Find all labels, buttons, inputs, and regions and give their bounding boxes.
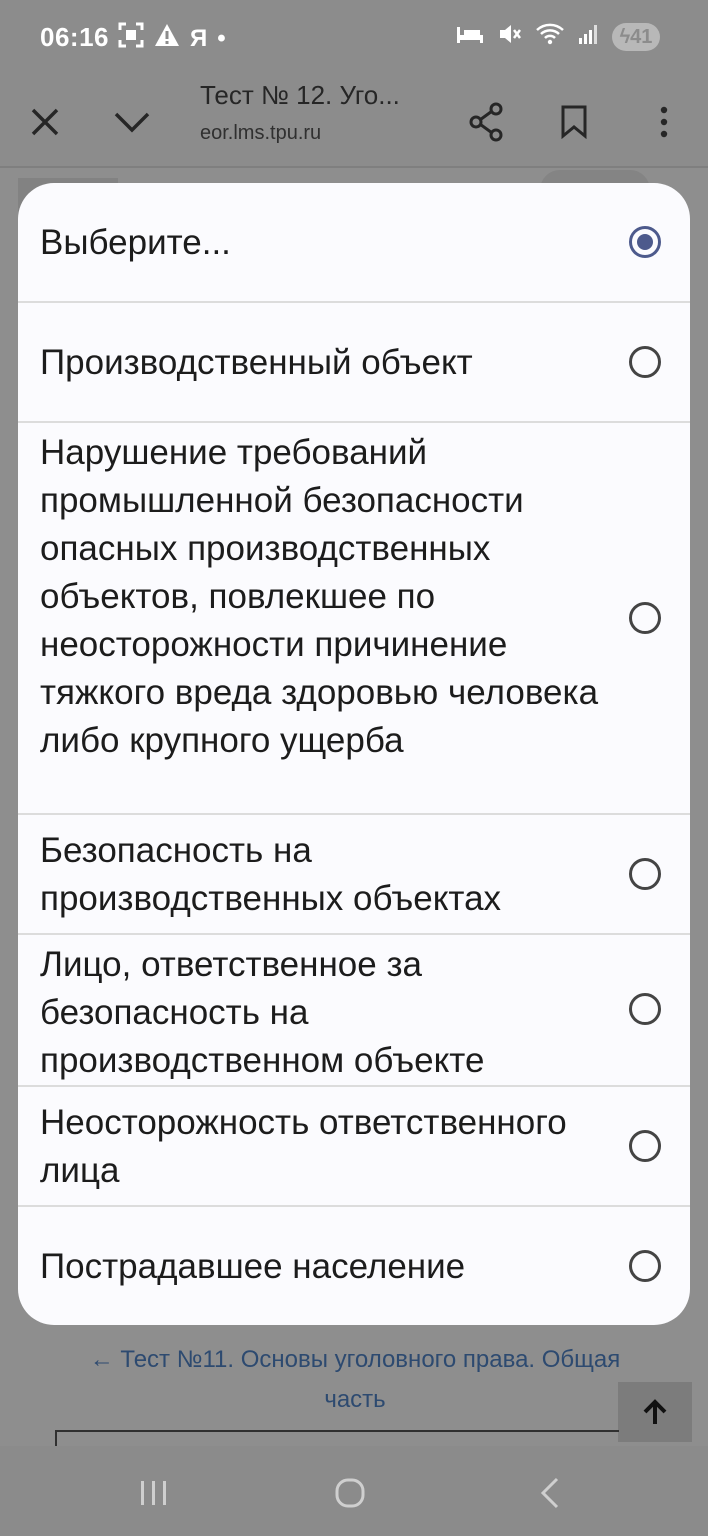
share-icon: [469, 102, 503, 142]
chevron-down-icon: [114, 112, 150, 133]
option-choose[interactable]: Выберите...: [18, 183, 690, 303]
minimize-button[interactable]: [104, 94, 160, 150]
battery-indicator: ϟ41: [612, 23, 660, 51]
more-vertical-icon: [660, 106, 668, 138]
bookmark-icon: [561, 105, 587, 139]
select-options-dialog: Выберите... Производственный объект Нару…: [18, 183, 690, 1325]
scroll-to-top-button[interactable]: [618, 1382, 692, 1442]
option-label: Безопасность на производственных объекта…: [40, 831, 502, 918]
sleep-mode-icon: [456, 23, 484, 51]
warning-icon: [154, 23, 180, 54]
recent-apps-button[interactable]: [124, 1470, 184, 1516]
option-safety-at-objects[interactable]: Безопасность на производственных объекта…: [18, 815, 690, 935]
home-icon: [335, 1478, 365, 1508]
option-negligence-responsible[interactable]: Неосторожность ответственного лица: [18, 1087, 690, 1207]
battery-charging-icon: ϟ: [619, 26, 631, 48]
radio-unselected[interactable]: [629, 858, 661, 890]
close-button[interactable]: [17, 94, 73, 150]
ya-icon: Я: [190, 24, 208, 52]
previous-test-link[interactable]: ← Тест №11. Основы уголовного права. Общ…: [60, 1340, 650, 1420]
arrow-up-icon: [643, 1399, 667, 1424]
browser-toolbar: Тест № 12. Уго... eor.lms.tpu.ru: [0, 80, 708, 168]
dot-icon: •: [217, 24, 226, 52]
more-options-button[interactable]: [636, 94, 692, 150]
radio-unselected[interactable]: [629, 1130, 661, 1162]
radio-unselected[interactable]: [629, 1250, 661, 1282]
status-left-icons: Я •: [118, 22, 226, 55]
option-label: Пострадавшее население: [40, 1247, 466, 1286]
option-affected-population[interactable]: Пострадавшее население: [18, 1207, 690, 1325]
recent-apps-icon: [141, 1481, 166, 1505]
back-button[interactable]: [520, 1470, 580, 1516]
option-label: Нарушение требований промышленной безопа…: [40, 433, 599, 760]
radio-selected[interactable]: [629, 226, 661, 258]
option-label: Лицо, ответственное за безопасность на п…: [40, 945, 485, 1080]
battery-level: 41: [630, 26, 653, 48]
radio-unselected[interactable]: [629, 993, 661, 1025]
page-title: Тест № 12. Уго...: [200, 80, 400, 110]
radio-unselected[interactable]: [629, 602, 661, 634]
option-violation-requirements[interactable]: Нарушение требований промышленной безопа…: [18, 423, 690, 815]
close-icon: [31, 108, 59, 136]
bookmark-button[interactable]: [546, 94, 602, 150]
share-button[interactable]: [458, 94, 514, 150]
signal-icon: [578, 23, 598, 51]
option-label: Производственный объект: [40, 343, 473, 382]
screenshot-icon: [118, 22, 144, 55]
home-button[interactable]: [320, 1470, 380, 1516]
mute-icon: [498, 22, 522, 52]
system-nav-bar: [0, 1446, 708, 1536]
status-time: 06:16: [40, 22, 109, 52]
back-icon: [540, 1477, 559, 1509]
option-label: Выберите...: [40, 223, 231, 262]
radio-unselected[interactable]: [629, 346, 661, 378]
status-bar: 06:16 Я • ϟ41: [0, 0, 708, 80]
status-right: ϟ41: [456, 22, 660, 52]
wifi-icon: [536, 23, 564, 51]
option-production-object[interactable]: Производственный объект: [18, 303, 690, 423]
option-responsible-person[interactable]: Лицо, ответственное за безопасность на п…: [18, 935, 690, 1087]
option-label: Неосторожность ответственного лица: [40, 1103, 567, 1190]
page-url: eor.lms.tpu.ru: [200, 122, 322, 144]
